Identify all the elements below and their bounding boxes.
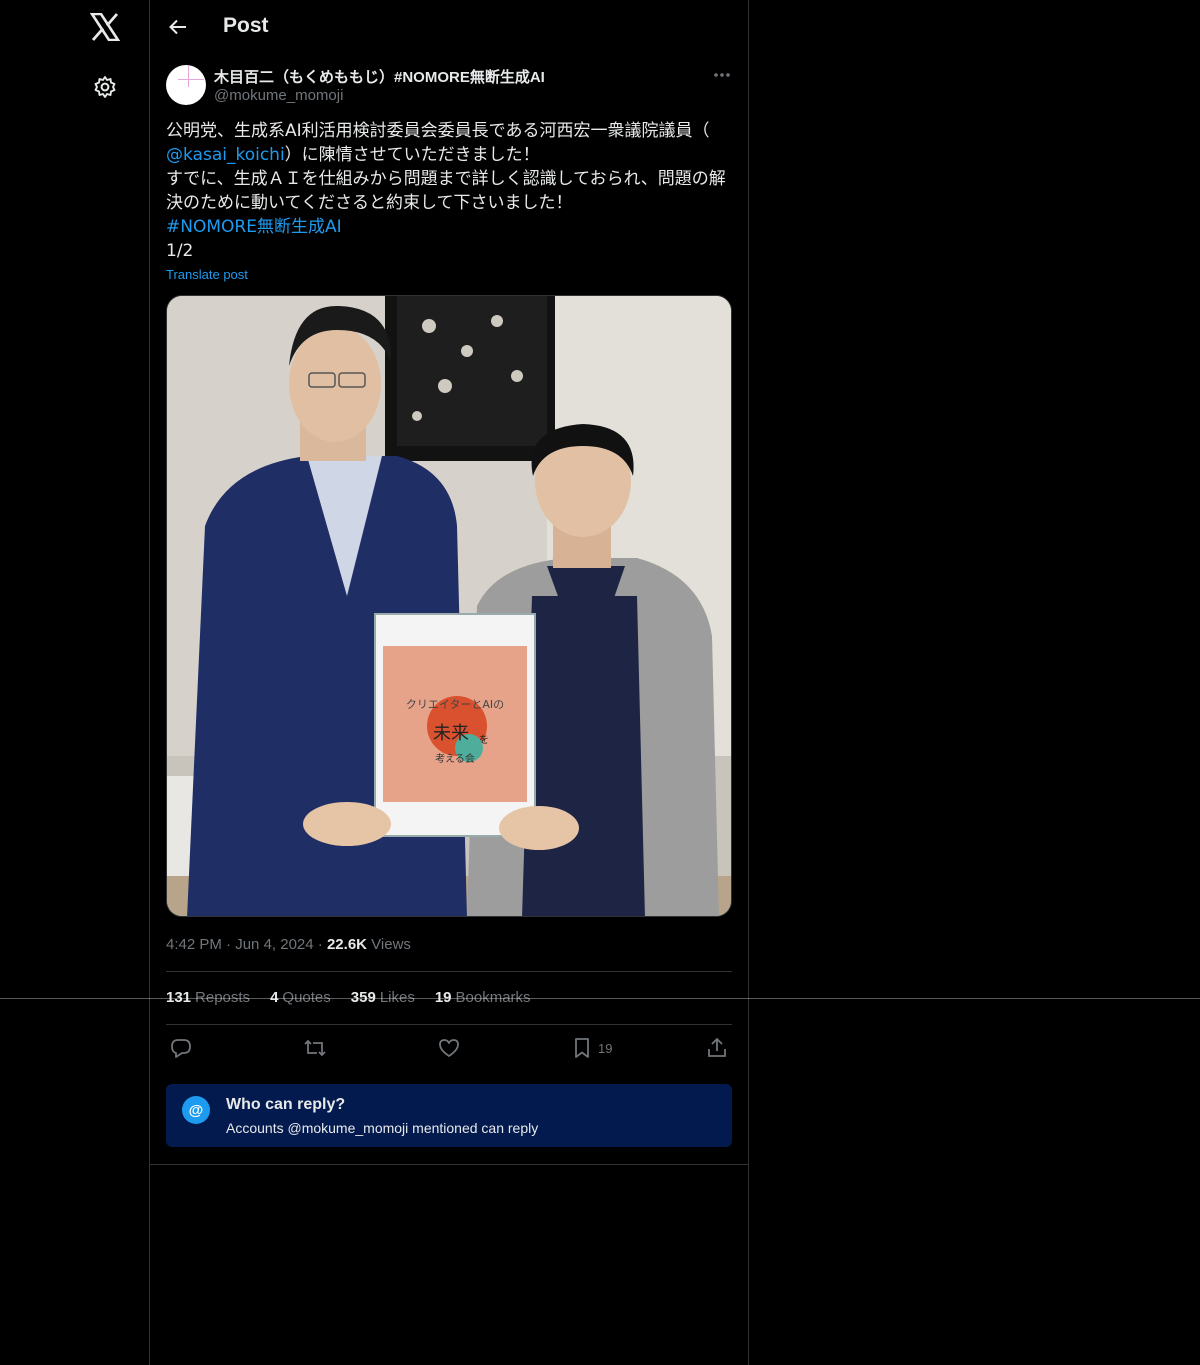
meta-separator: · (317, 936, 323, 953)
hashtag-link[interactable]: #NOMORE無断生成AI (166, 215, 736, 239)
primary-column: Post 木目百二（もくめももじ）#NOMORE無断生成AI @mokume_m… (149, 0, 749, 1365)
post-text: 公明党、生成系AI利活用検討委員会委員長である河西宏一衆議院議員（ @kasai… (166, 119, 736, 263)
reply-button[interactable] (170, 1034, 192, 1062)
avatar[interactable] (166, 65, 206, 105)
photo-illustration: クリエイターとAIの 未来 を 考える会 (167, 296, 731, 916)
author-name[interactable]: 木目百二（もくめももじ）#NOMORE無断生成AI (214, 66, 545, 87)
reply-icon (171, 1039, 191, 1058)
post-text-line: 決のために動いてくださると約束して下さいました！ (166, 193, 573, 213)
action-bar: 19 (166, 1034, 732, 1062)
post-photo[interactable]: クリエイターとAIの 未来 を 考える会 (166, 295, 732, 917)
sign-text-fragment: を (479, 734, 489, 746)
views-count: 22.6K (326, 936, 367, 953)
who-can-reply-title: Who can reply? (226, 1096, 346, 1113)
who-can-reply-subtitle: Accounts @mokume_momoji mentioned can re… (226, 1120, 539, 1136)
mention-link[interactable]: @kasai_koichi (166, 145, 285, 165)
repost-button[interactable] (303, 1034, 327, 1062)
heart-icon (439, 1039, 459, 1057)
post-text-line: 公明党、生成系AI利活用検討委員会委員長である河西宏一衆議院議員（ (166, 121, 710, 141)
post-text-line: @kasai_koichi）に陳情させていただきました！ (166, 143, 736, 167)
more-button[interactable] (710, 64, 734, 86)
post-time[interactable]: 4:42 PM (166, 936, 222, 953)
gear-icon[interactable] (91, 73, 119, 101)
more-horizontal-icon (714, 73, 730, 77)
divider (166, 1024, 732, 1025)
repost-icon (304, 1039, 326, 1057)
post-author: 木目百二（もくめももじ）#NOMORE無断生成AI @mokume_momoji (166, 64, 734, 106)
divider (166, 971, 732, 972)
author-handle[interactable]: @mokume_momoji (214, 87, 343, 104)
post-text-fragment: ）に陳情させていただきました！ (284, 145, 540, 165)
translate-post-link[interactable]: Translate post (166, 267, 248, 282)
left-nav (0, 0, 150, 1365)
bookmark-icon (575, 1038, 589, 1058)
sign-text-line: 考える会 (435, 752, 475, 765)
views-label: Views (371, 936, 411, 953)
post-date[interactable]: Jun 4, 2024 (235, 936, 313, 953)
page-header: Post (150, 0, 749, 54)
who-can-reply-banner: @ Who can reply? Accounts @mokume_momoji… (166, 1084, 732, 1147)
meta-separator: · (226, 936, 232, 953)
thread-count: 1/2 (166, 241, 194, 261)
like-button[interactable] (438, 1034, 460, 1062)
at-icon: @ (182, 1096, 210, 1124)
post-meta: 4:42 PM · Jun 4, 2024 · 22.6K Views (166, 936, 411, 953)
overlay-guide-line (0, 998, 1200, 999)
share-button[interactable] (706, 1034, 728, 1062)
page-title: Post (223, 14, 269, 37)
sign-text-line: クリエイターとAIの (406, 698, 504, 711)
bookmark-count: 19 (598, 1040, 613, 1056)
post-text-line: すでに、生成ＡＩを仕組みから問題まで詳しく認識しておられ、問題の解 (166, 169, 726, 189)
bookmark-button[interactable]: 19 (572, 1034, 612, 1062)
x-logo-icon[interactable] (88, 10, 122, 44)
sign-text-line: 未来 (433, 723, 469, 744)
share-icon (708, 1037, 726, 1057)
divider (150, 1164, 749, 1165)
back-button[interactable] (162, 11, 194, 43)
arrow-left-icon (169, 19, 186, 35)
